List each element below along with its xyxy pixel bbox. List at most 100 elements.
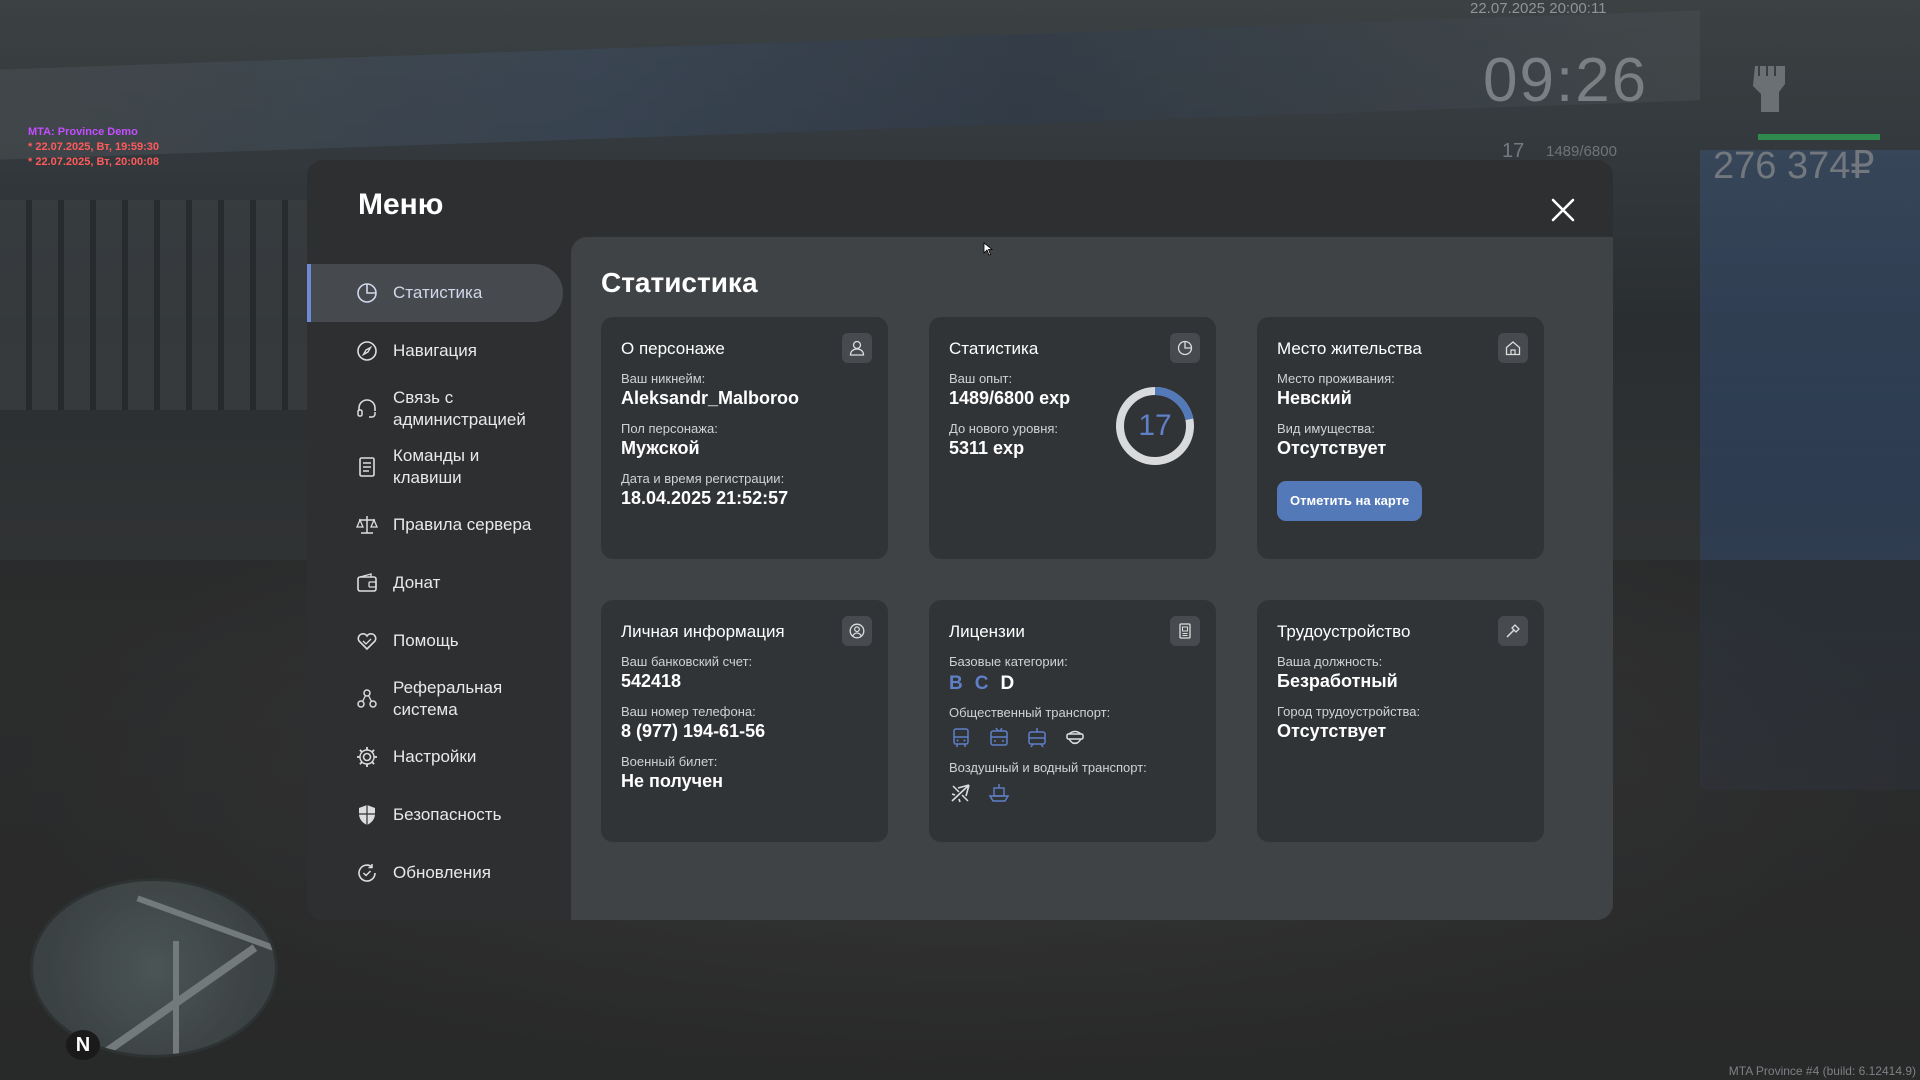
plane-icon (949, 781, 973, 805)
hammer-icon (1498, 616, 1528, 646)
sidebar-item-settings[interactable]: Настройки (307, 728, 563, 786)
employment-card: Трудоустройство Ваша должность: Безработ… (1257, 600, 1544, 842)
sidebar-item-label: Настройки (393, 747, 477, 766)
user-icon (842, 333, 872, 363)
license-category-d: D (1000, 673, 1015, 694)
property-value: Отсутствует (1277, 438, 1387, 458)
field-label: Воздушный и водный транспорт: (949, 760, 1147, 775)
position-value: Безработный (1277, 671, 1398, 691)
sidebar-item-label: Реферальная система (393, 678, 503, 719)
id-card-icon (1170, 616, 1200, 646)
scales-icon (355, 513, 379, 537)
character-card: О персонаже Ваш никнейм: Aleksandr_Malbo… (601, 317, 888, 559)
gender-value: Мужской (621, 438, 700, 458)
field-label: Базовые категории: (949, 654, 1068, 669)
bus-icon (949, 726, 973, 750)
card-title: О персонаже (621, 339, 725, 358)
card-title: Статистика (949, 339, 1039, 358)
employment-city-value: Отсутствует (1277, 721, 1387, 741)
home-icon (1498, 333, 1528, 363)
field-label: Ваша должность: (1277, 654, 1383, 669)
referral-icon (355, 687, 379, 711)
sidebar-item-label: Помощь (393, 631, 459, 650)
field-label: Ваш никнейм: (621, 371, 706, 386)
personal-info-card: Личная информация Ваш банковский счет: 5… (601, 600, 888, 842)
card-title: Трудоустройство (1277, 622, 1411, 641)
licenses-card: Лицензии Базовые категории: B C D Общест… (929, 600, 1216, 842)
pie-chart-icon (1170, 333, 1200, 363)
health-bar (1758, 134, 1880, 140)
mark-on-map-button[interactable]: Отметить на карте (1277, 481, 1423, 521)
sidebar-item-donate[interactable]: Донат (307, 554, 563, 612)
shield-icon (355, 803, 379, 827)
field-label: Город трудоустройства: (1277, 704, 1421, 719)
field-label: Военный билет: (621, 754, 718, 769)
sidebar-item-rules[interactable]: Правила сервера (307, 496, 563, 554)
field-label: Общественный транспорт: (949, 705, 1111, 720)
military-ticket-value: Не получен (621, 771, 723, 791)
menu-panel: Меню Статистика Навигация Связь с админи… (307, 160, 1613, 920)
taxi-icon (1063, 726, 1087, 750)
debug-overlay: MTA: Province Demo * 22.07.2025, Вт, 19:… (28, 125, 159, 170)
gear-icon (355, 745, 379, 769)
license-categories: B C D (949, 673, 1196, 695)
document-list-icon (355, 455, 379, 479)
background-building (0, 200, 330, 410)
field-label: Дата и время регистрации: (621, 471, 785, 486)
field-label: Ваш банковский счет: (621, 654, 753, 669)
license-category-b: B (949, 673, 963, 694)
field-label: Пол персонажа: (621, 421, 718, 436)
build-info: MTA Province #4 (build: 6.12414.9) (1728, 1064, 1916, 1078)
tram-icon (1025, 726, 1049, 750)
sidebar-item-statistics[interactable]: Статистика (307, 264, 563, 322)
debug-title: MTA: Province Demo (28, 126, 138, 138)
field-label: Вид имущества: (1277, 421, 1375, 436)
hud-money: 276 374₽ (1713, 145, 1875, 187)
card-title: Место жительства (1277, 339, 1422, 358)
level-value: 17 (1138, 409, 1172, 442)
sidebar-item-label: Статистика (393, 283, 483, 302)
refresh-check-icon (355, 861, 379, 885)
background-building-stripe (0, 10, 1700, 160)
compass-icon (355, 339, 379, 363)
minimap-road (173, 941, 179, 1055)
card-title: Личная информация (621, 622, 785, 641)
sidebar-item-label: Команды и клавиши (393, 446, 480, 487)
sidebar-item-commands[interactable]: Команды и клавиши (307, 438, 563, 496)
sidebar-item-updates[interactable]: Обновления (307, 844, 563, 902)
boat-icon (987, 781, 1011, 805)
level-progress-ring: 17 (1114, 385, 1196, 467)
debug-line: * 22.07.2025, Вт, 20:00:08 (28, 156, 160, 168)
field-label: Ваш опыт: (949, 371, 1013, 386)
close-icon (1551, 198, 1575, 222)
registration-value: 18.04.2025 21:52:57 (621, 488, 789, 508)
sidebar: Статистика Навигация Связь с администрац… (307, 264, 563, 902)
sidebar-item-label: Связь с администрацией (393, 388, 526, 429)
air-water-licenses (949, 781, 1196, 805)
minimap (30, 878, 278, 1058)
fist-icon (1745, 52, 1797, 114)
user-circle-icon (842, 616, 872, 646)
sidebar-item-label: Навигация (393, 341, 477, 360)
trolleybus-icon (987, 726, 1011, 750)
wallet-icon (355, 571, 379, 595)
phone-value: 8 (977) 194-61-56 (621, 721, 766, 741)
card-title: Лицензии (949, 622, 1025, 641)
sidebar-item-label: Обновления (393, 863, 491, 882)
sidebar-item-referral[interactable]: Реферальная система (307, 670, 563, 728)
mouse-cursor (983, 242, 994, 256)
hud-date: 22.07.2025 20:00:11 (1470, 0, 1607, 17)
hud-exp: 1489/6800 (1546, 143, 1617, 160)
statistics-card: Статистика Ваш опыт: 1489/6800 exp До но… (929, 317, 1216, 559)
nickname-value: Aleksandr_Malboroo (621, 388, 800, 408)
public-transport-licenses (949, 726, 1196, 750)
field-label: Ваш номер телефона: (621, 704, 756, 719)
sidebar-item-admin-contact[interactable]: Связь с администрацией (307, 380, 563, 438)
minimap-north-marker: N (66, 1030, 100, 1060)
sidebar-item-navigation[interactable]: Навигация (307, 322, 563, 380)
sidebar-item-security[interactable]: Безопасность (307, 786, 563, 844)
headset-icon (355, 397, 379, 421)
close-button[interactable] (1545, 192, 1581, 228)
sidebar-item-label: Правила сервера (393, 515, 532, 534)
sidebar-item-help[interactable]: Помощь (307, 612, 563, 670)
